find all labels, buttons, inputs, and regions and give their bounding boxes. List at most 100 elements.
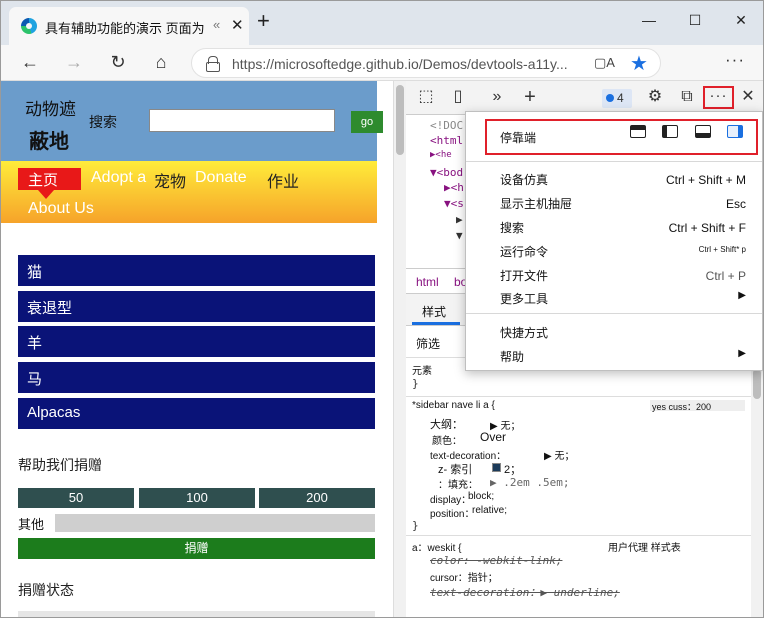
collapse-arrow-icon[interactable]: ▼ — [444, 197, 451, 210]
issues-badge[interactable]: 4 — [602, 89, 632, 108]
nav-about[interactable]: About Us — [28, 200, 94, 218]
new-tab-plus-icon[interactable]: + — [519, 87, 541, 107]
dock-left-icon[interactable] — [662, 125, 678, 138]
home-icon[interactable]: ⌂ — [149, 51, 173, 73]
page-scroll-thumb[interactable] — [396, 85, 404, 155]
animal-item-sheep[interactable]: 羊 — [18, 326, 375, 357]
lock-icon[interactable] — [206, 56, 220, 72]
tab-close-icon[interactable]: ✕ — [231, 16, 244, 34]
ua-decl[interactable]: text-decoration：▶ underline; — [430, 584, 620, 600]
nav-donate[interactable]: Donate — [195, 169, 247, 187]
inspect-element-icon[interactable]: ⬚ — [415, 87, 437, 107]
address-bar[interactable]: https://microsoftedge.github.io/Demos/de… — [191, 48, 661, 78]
minimize-icon[interactable]: — — [639, 12, 659, 28]
animal-item-dogs[interactable]: 衰退型 — [18, 291, 375, 322]
site-name-line1: 动物遮 — [25, 100, 76, 119]
forward-arrow-icon[interactable]: → — [62, 51, 86, 73]
collapse-arrow-icon[interactable]: ▼ — [430, 166, 437, 179]
expand-arrow-icon[interactable]: ▶ — [444, 181, 451, 194]
dom-line[interactable]: ▶<he — [430, 150, 452, 160]
back-arrow-icon[interactable]: ← — [18, 51, 42, 73]
decl-prop[interactable]: ：填充： — [438, 476, 478, 491]
expand-arrow-icon[interactable]: ▶ — [490, 476, 503, 489]
window-close-icon[interactable]: ✕ — [731, 12, 751, 29]
nav-home[interactable]: 主页 — [28, 169, 58, 190]
menu-item-search[interactable]: 搜索 — [500, 219, 524, 236]
browser-menu-icon[interactable]: ··· — [725, 50, 745, 70]
device-emulation-icon[interactable]: ▯ — [447, 87, 469, 107]
favorite-star-icon[interactable]: ★ — [630, 51, 648, 76]
new-tab-plus-icon[interactable]: + — [257, 10, 270, 32]
page-scrollbar[interactable] — [393, 81, 406, 617]
decl-prop[interactable]: 颜色： — [432, 432, 462, 447]
decl-value[interactable]: Over — [480, 430, 506, 444]
dom-line[interactable]: ▼<bod — [430, 166, 463, 179]
decl-prop[interactable]: display： — [430, 491, 471, 506]
browser-tab[interactable]: 具有辅助功能的演示 页面为 « ✕ — [9, 7, 249, 45]
styles-scroll-thumb[interactable] — [753, 369, 761, 399]
tab-styles[interactable]: 样式 — [422, 303, 446, 320]
dom-line[interactable]: ▶ — [456, 213, 463, 226]
nav-jobs[interactable]: 作业 — [267, 168, 299, 192]
menu-item-device-emulation[interactable]: 设备仿真 — [500, 171, 548, 188]
connected-devices-icon[interactable]: ⧉ — [676, 87, 698, 107]
undock-icon[interactable] — [630, 125, 646, 138]
more-tabs-chevron-icon[interactable]: » — [486, 87, 508, 107]
decl-value[interactable]: relative; — [472, 505, 507, 516]
decl-prop[interactable]: 大纲： — [430, 416, 463, 432]
menu-item-run-command[interactable]: 运行命令 — [500, 243, 548, 260]
decl-prop[interactable]: z- 索引 — [438, 461, 472, 477]
customize-menu-icon[interactable]: ··· — [703, 86, 734, 109]
page-header: 动物遮 蔽地 搜索 go — [1, 81, 383, 161]
dom-line[interactable]: ▼<s — [444, 197, 464, 210]
menu-item-help[interactable]: 帮助 — [500, 348, 524, 365]
rule-selector[interactable]: *sidebar nave li a { — [412, 400, 495, 411]
menu-item-more-tools[interactable]: 更多工具 — [500, 290, 548, 307]
other-amount-input[interactable] — [55, 514, 375, 532]
read-aloud-icon[interactable]: ▢A — [594, 55, 615, 71]
rule-divider — [406, 535, 751, 536]
settings-gear-icon[interactable]: ⚙ — [644, 87, 666, 107]
donate-amount-100[interactable]: 100 — [139, 488, 255, 508]
go-button[interactable]: go — [351, 111, 383, 133]
menu-item-shortcuts[interactable]: 快捷方式 — [500, 324, 548, 341]
menu-item-open-file[interactable]: 打开文件 — [500, 267, 548, 284]
dock-right-icon[interactable] — [727, 125, 743, 138]
submenu-arrow-icon[interactable]: ▶ — [738, 290, 746, 301]
dom-line[interactable]: ▼ — [456, 229, 463, 242]
rule-source-link[interactable]: yes cuss：200 — [652, 400, 711, 413]
maximize-icon[interactable]: ☐ — [685, 12, 705, 29]
menu-item-show-drawer[interactable]: 显示主机抽屉 — [500, 195, 572, 212]
animal-item-alpacas[interactable]: Alpacas — [18, 398, 375, 429]
decl-value[interactable]: block; — [468, 491, 494, 502]
animal-item-horses[interactable]: 马 — [18, 362, 375, 393]
ua-decl[interactable]: color: -webkit-link; — [430, 554, 562, 567]
decl-prop[interactable]: position： — [430, 505, 474, 520]
decl-value[interactable]: ▶ .2em .5em; — [490, 476, 569, 489]
expand-arrow-icon[interactable]: ▶ — [544, 451, 554, 462]
refresh-icon[interactable]: ↻ — [106, 51, 130, 73]
donate-amount-200[interactable]: 200 — [259, 488, 375, 508]
decl-value[interactable]: 2； — [504, 461, 521, 477]
ua-rule-selector[interactable]: a：weskit { — [412, 539, 461, 554]
ua-decl[interactable]: cursor：指针； — [430, 569, 498, 584]
nav-pets[interactable]: 宠物 — [154, 168, 186, 192]
nav-adopt[interactable]: Adopt a — [91, 169, 146, 187]
dom-line[interactable]: <html — [430, 134, 463, 147]
color-swatch-icon[interactable] — [492, 463, 501, 472]
styles-scrollbar[interactable] — [751, 359, 763, 617]
decl-prop[interactable]: text-decoration： — [430, 447, 506, 462]
donate-amount-50[interactable]: 50 — [18, 488, 134, 508]
donate-button[interactable]: 捐赠 — [18, 538, 375, 559]
animal-item-cats[interactable]: 猫 — [18, 255, 375, 286]
dom-line[interactable]: ▶<h — [444, 181, 464, 194]
dock-bottom-icon[interactable] — [695, 125, 711, 138]
url-text[interactable]: https://microsoftedge.github.io/Demos/de… — [232, 56, 568, 72]
devtools-close-icon[interactable]: ✕ — [737, 87, 759, 107]
submenu-arrow-icon[interactable]: ▶ — [738, 348, 746, 359]
decl-value[interactable]: ▶ 无； — [544, 447, 574, 462]
dom-line[interactable]: <!DOC — [430, 119, 463, 132]
filter-label[interactable]: 筛选 — [416, 335, 440, 352]
breadcrumb-html[interactable]: html — [416, 275, 439, 289]
search-input[interactable] — [149, 109, 335, 132]
